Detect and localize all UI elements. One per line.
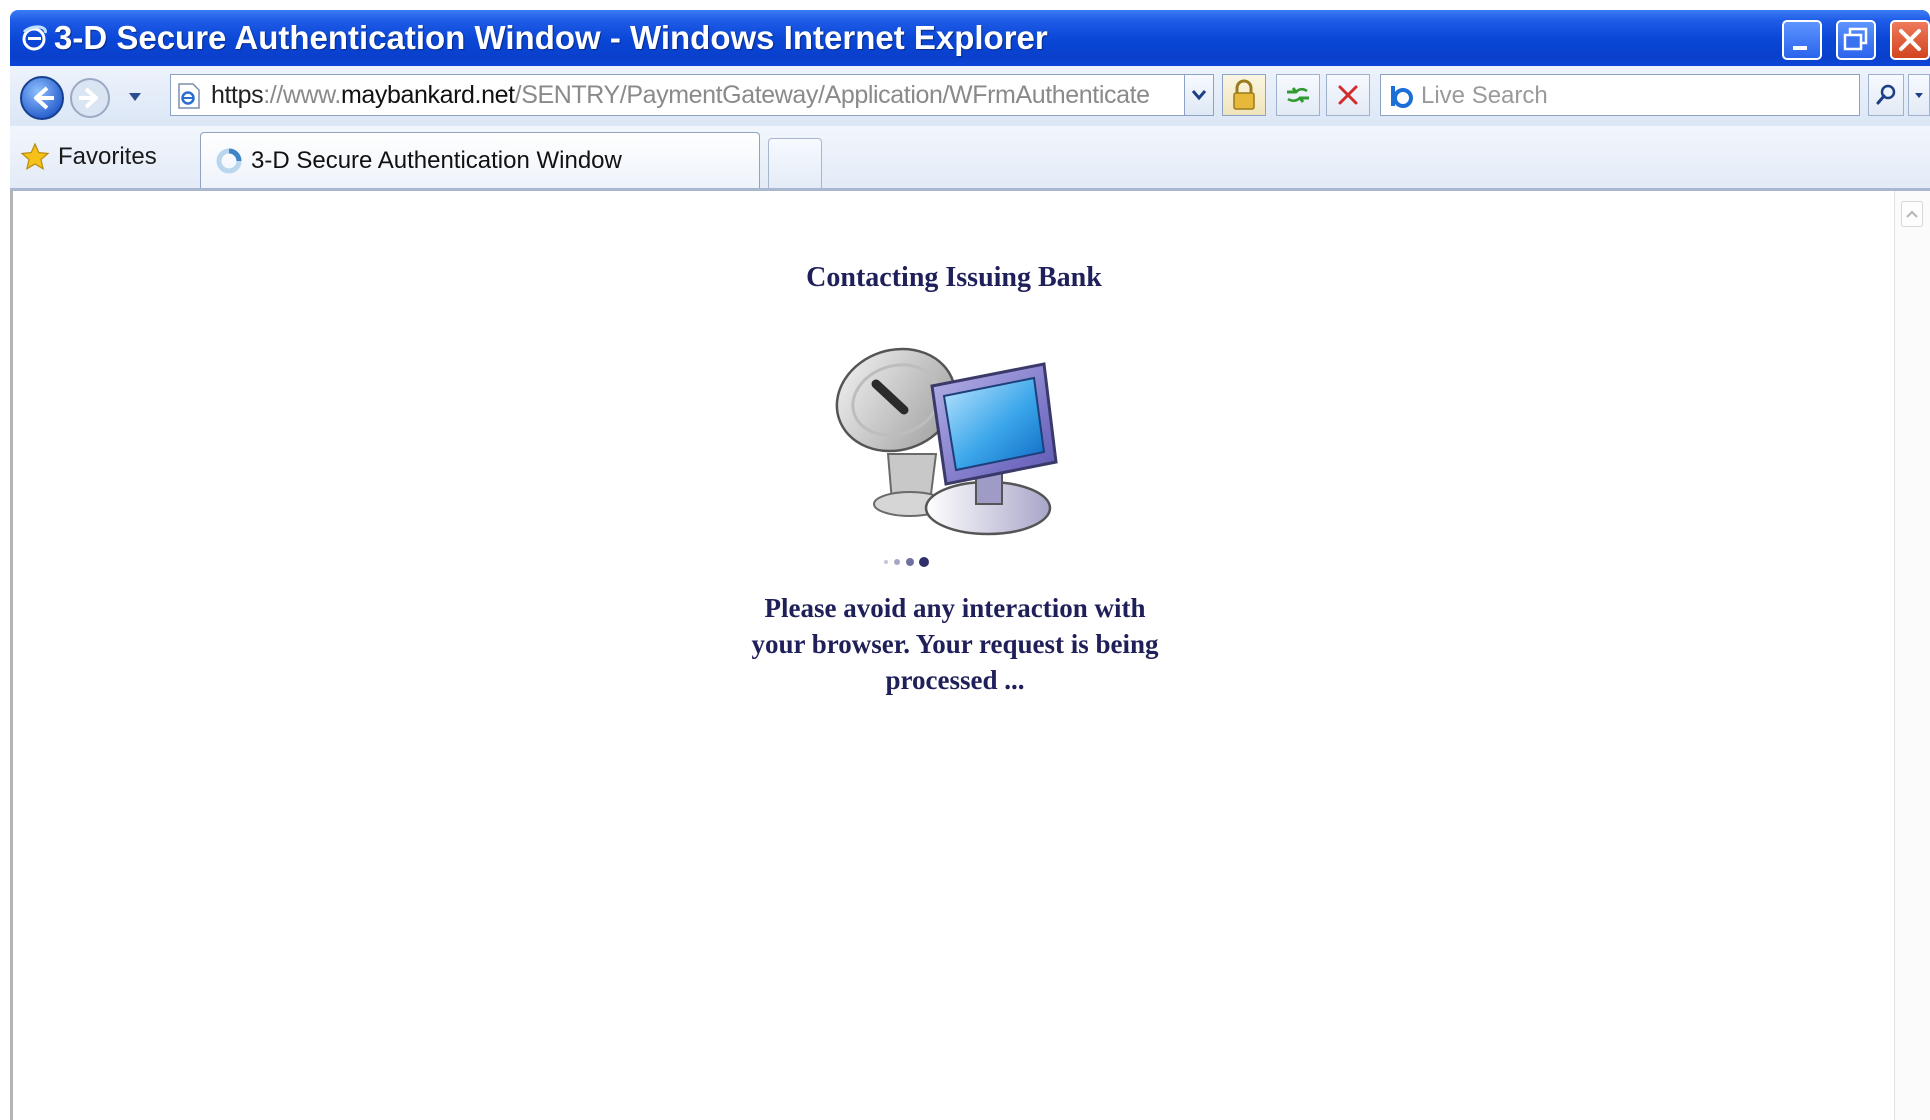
search-icon <box>1876 84 1896 105</box>
url-www: www. <box>282 81 342 109</box>
chevron-up-icon <box>1906 210 1918 218</box>
search-input[interactable] <box>1419 77 1853 115</box>
satellite-computer-icon <box>835 347 1058 536</box>
window-title: 3-D Secure Authentication Window - Windo… <box>54 19 1048 56</box>
url-path: /SENTRY/PaymentGateway/Application/WFrmA… <box>514 81 1151 109</box>
new-tab-button[interactable] <box>768 138 822 188</box>
navigation-bar: https://www.maybankard.net/SENTRY/Paymen… <box>10 66 1930 126</box>
minimize-button[interactable] <box>1782 20 1822 60</box>
recent-pages-dropdown[interactable] <box>128 92 142 102</box>
refresh-icon <box>1287 87 1309 103</box>
title-bar: 3-D Secure Authentication Window - Windo… <box>10 10 1930 66</box>
close-window-button[interactable] <box>1890 20 1930 60</box>
url-domain: maybankard.net <box>340 81 515 109</box>
back-button[interactable] <box>18 74 66 122</box>
tab-active[interactable]: 3-D Secure Authentication Window <box>200 132 760 188</box>
maximize-icon <box>1843 27 1868 51</box>
address-bar[interactable]: https://www.maybankard.net/SENTRY/Paymen… <box>170 74 1204 116</box>
live-search-icon <box>1391 86 1413 108</box>
vertical-scrollbar[interactable] <box>1894 191 1930 1120</box>
progress-dots-icon <box>884 557 929 567</box>
search-go-button[interactable] <box>1868 74 1904 116</box>
processing-message: Please avoid any interaction with your b… <box>751 593 1159 695</box>
star-icon <box>20 142 50 171</box>
chevron-down-icon <box>1191 90 1207 101</box>
lock-icon <box>1233 79 1255 110</box>
page-icon <box>178 83 200 109</box>
close-icon <box>1899 29 1921 51</box>
page-heading: Contacting Issuing Bank <box>806 262 1102 293</box>
minimize-icon <box>1793 46 1807 50</box>
stop-icon <box>1338 85 1358 105</box>
maximize-button[interactable] <box>1836 20 1876 60</box>
chevron-down-icon <box>1915 93 1923 98</box>
security-report-button[interactable] <box>1222 74 1266 116</box>
ie-logo-icon <box>22 25 47 51</box>
stop-button[interactable] <box>1326 74 1370 116</box>
address-dropdown-button[interactable] <box>1184 74 1214 116</box>
refresh-button[interactable] <box>1276 74 1320 116</box>
scroll-up-button[interactable] <box>1901 201 1923 227</box>
browser-window: 3-D Secure Authentication Window - Windo… <box>0 0 1930 1120</box>
favorites-label: Favorites <box>58 143 157 170</box>
search-options-button[interactable] <box>1908 74 1930 116</box>
url-separator: :// <box>263 81 283 109</box>
url-text: https://www.maybankard.net/SENTRY/Paymen… <box>211 75 1151 115</box>
forward-button[interactable] <box>68 76 112 120</box>
url-scheme: https <box>211 81 264 109</box>
loading-icon <box>216 148 242 174</box>
tab-label: 3-D Secure Authentication Window <box>251 147 622 174</box>
tab-bar: Favorites 3-D Secure Authentication Wind… <box>10 126 1930 191</box>
search-box[interactable] <box>1380 74 1860 116</box>
